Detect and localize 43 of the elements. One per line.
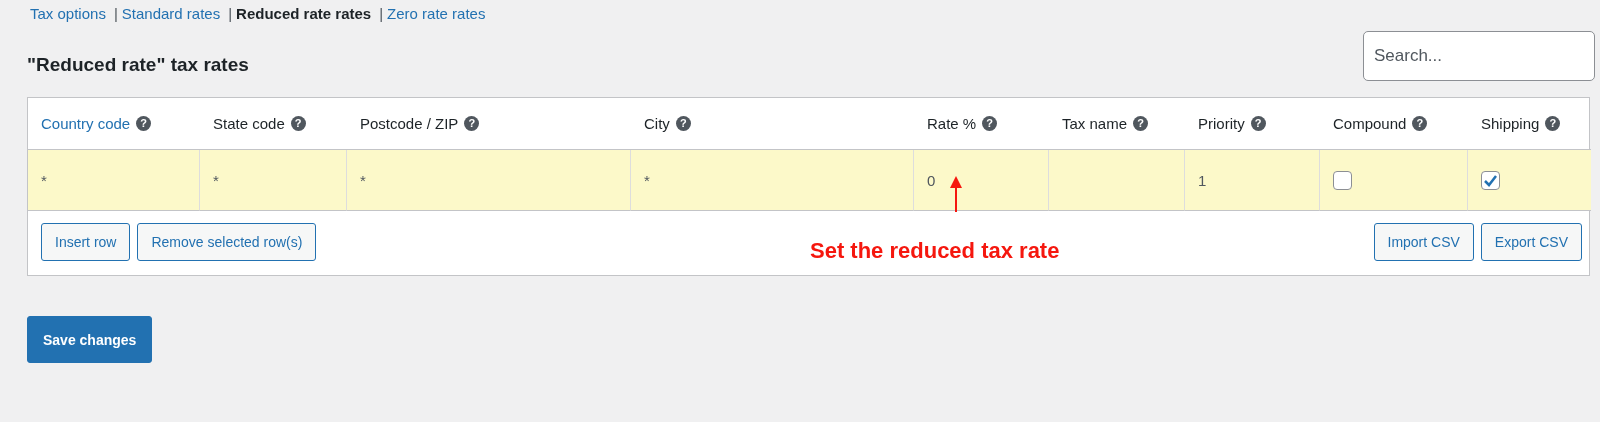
subnav-link[interactable]: Reduced rate rates	[236, 4, 372, 22]
help-icon[interactable]: ?	[675, 116, 691, 131]
separator: |	[113, 4, 118, 22]
table-cell[interactable]: *	[200, 150, 347, 211]
help-icon[interactable]: ?	[1250, 116, 1266, 131]
help-icon[interactable]: ?	[290, 116, 306, 131]
table-cell[interactable]: *	[28, 150, 200, 211]
annotation-arrow	[950, 176, 962, 212]
help-icon[interactable]: ?	[1545, 116, 1561, 131]
table-cell[interactable]	[1049, 150, 1185, 211]
save-button[interactable]: Save changes	[27, 316, 153, 363]
help-icon[interactable]: ?	[982, 116, 998, 131]
help-icon[interactable]: ?	[1133, 116, 1149, 131]
help-icon[interactable]: ?	[1412, 116, 1428, 131]
csv-button[interactable]: Import CSV	[1373, 223, 1474, 261]
column-header: State code	[213, 115, 285, 132]
subnav-link[interactable]: Standard rates	[121, 4, 221, 22]
annotation-text: Set the reduced tax rate	[810, 238, 1060, 264]
subnav-link[interactable]: Zero rate rates	[387, 4, 486, 22]
table-button[interactable]: Insert row	[41, 223, 131, 261]
column-header[interactable]: Country code	[41, 115, 131, 132]
column-header: Priority	[1198, 115, 1245, 132]
column-header: Rate %	[927, 115, 977, 132]
column-header: City	[644, 115, 670, 132]
column-header: Compound	[1333, 115, 1407, 132]
table-cell[interactable]: 1	[1185, 150, 1320, 211]
csv-button[interactable]: Export CSV	[1480, 223, 1582, 261]
column-header: Postcode / ZIP	[360, 115, 459, 132]
table-cell[interactable]: 0	[914, 150, 1049, 211]
checkbox[interactable]	[1481, 170, 1500, 190]
search-field[interactable]: Search...	[1363, 31, 1595, 81]
table-button[interactable]: Remove selected row(s)	[137, 223, 317, 261]
column-header: Tax name	[1062, 115, 1128, 132]
section-heading: "Reduced rate" tax rates	[27, 54, 249, 76]
column-header: Shipping	[1481, 115, 1540, 132]
help-icon[interactable]: ?	[136, 116, 152, 131]
separator: |	[379, 4, 384, 22]
separator: |	[228, 4, 233, 22]
help-icon[interactable]: ?	[464, 116, 480, 131]
table-cell[interactable]: *	[347, 150, 631, 211]
checkbox[interactable]	[1333, 170, 1352, 190]
subnav-link[interactable]: Tax options	[30, 4, 106, 22]
table-cell[interactable]: *	[631, 150, 914, 211]
